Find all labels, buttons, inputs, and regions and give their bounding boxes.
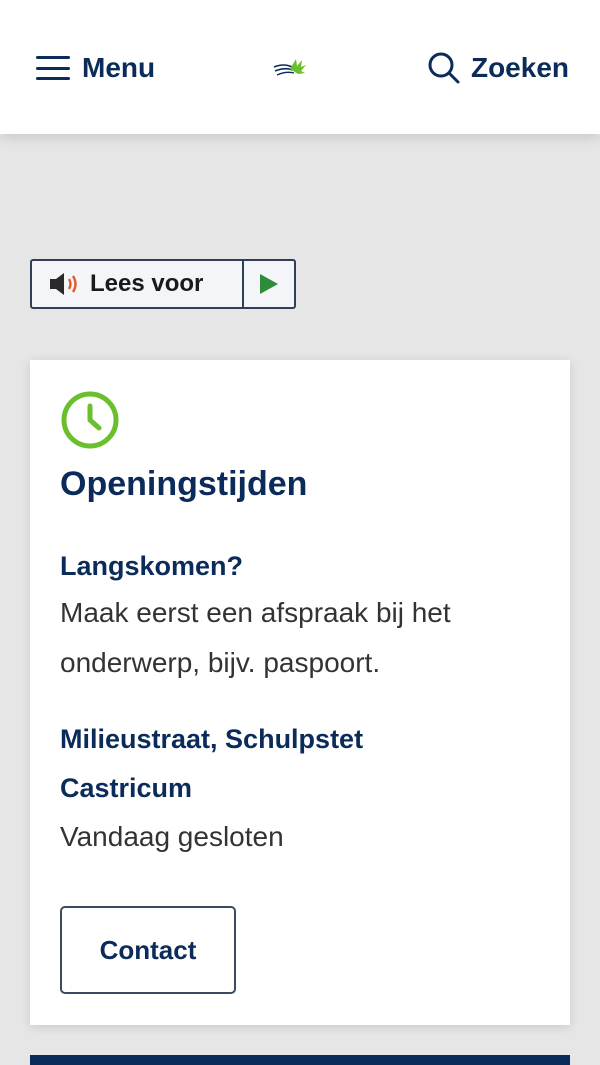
section-text: Vandaag gesloten [60, 821, 284, 852]
play-icon [260, 274, 278, 294]
card-title: Openingstijden [60, 465, 308, 503]
site-header: Menu Zoeken [0, 0, 600, 134]
logo-icon [273, 59, 306, 76]
section-heading: Milieustraat, Schulpstet Castricum [60, 724, 364, 803]
opening-hours-card: Openingstijden Langskomen? Maak eerst ee… [30, 360, 570, 1025]
menu-label: Menu [82, 52, 156, 83]
search-button[interactable]: Zoeken [427, 48, 569, 88]
section-text: Maak eerst een afspraak bij het onderwer… [60, 597, 451, 678]
search-label: Zoeken [470, 52, 569, 83]
read-aloud-button[interactable]: Lees voor [32, 261, 242, 307]
section-heading: Langskomen? [60, 551, 244, 581]
hamburger-icon [36, 56, 70, 80]
contact-button[interactable]: Contact [60, 906, 236, 994]
clock-icon [61, 391, 119, 449]
play-button[interactable] [244, 261, 294, 307]
read-aloud-label: Lees voor [90, 270, 204, 297]
read-aloud-bar: Lees voor [30, 259, 296, 309]
search-icon [428, 52, 460, 84]
speaker-icon [50, 273, 77, 295]
footer-bar [30, 1055, 570, 1065]
menu-button[interactable]: Menu [36, 48, 155, 88]
